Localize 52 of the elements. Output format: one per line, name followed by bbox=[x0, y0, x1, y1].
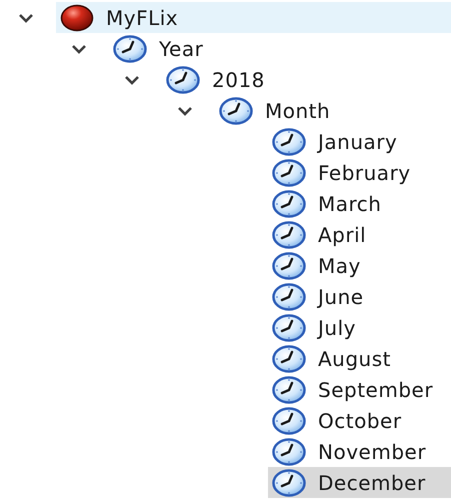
clock-icon bbox=[272, 468, 306, 496]
item-label: February bbox=[318, 160, 411, 186]
item-label: March bbox=[318, 190, 382, 218]
chevron-icon[interactable] bbox=[124, 74, 140, 84]
item-label: June bbox=[318, 284, 364, 310]
tree-item[interactable]: May bbox=[268, 250, 451, 281]
clock-icon bbox=[272, 344, 306, 372]
tree-item[interactable]: Month bbox=[215, 95, 451, 126]
clock-icon bbox=[272, 252, 306, 280]
item-label: December bbox=[318, 470, 426, 496]
tree-item[interactable]: January bbox=[268, 126, 451, 157]
sphere-icon bbox=[60, 4, 94, 32]
clock-icon bbox=[272, 128, 306, 156]
item-label: January bbox=[318, 128, 398, 156]
item-label: Year bbox=[159, 36, 204, 62]
tree-item[interactable]: December bbox=[268, 467, 451, 498]
tree-item[interactable]: February bbox=[268, 157, 451, 188]
item-label: September bbox=[318, 376, 434, 404]
clock-icon bbox=[272, 282, 306, 310]
clock-icon bbox=[272, 158, 306, 186]
clock-icon bbox=[272, 314, 306, 342]
chevron-icon[interactable] bbox=[177, 106, 193, 116]
chevron-icon[interactable] bbox=[71, 44, 87, 54]
item-label: November bbox=[318, 438, 426, 466]
chevron-icon[interactable] bbox=[18, 12, 34, 22]
item-label: August bbox=[318, 346, 391, 372]
clock-icon bbox=[166, 66, 200, 94]
item-label: MyFLix bbox=[106, 4, 178, 32]
tree-item[interactable]: November bbox=[268, 436, 451, 467]
tree-item[interactable]: March bbox=[268, 188, 451, 219]
tree-item[interactable]: September bbox=[268, 374, 451, 405]
clock-icon bbox=[272, 406, 306, 434]
tree-item[interactable]: July bbox=[268, 312, 451, 343]
clock-icon bbox=[113, 34, 147, 62]
tree-item[interactable]: MyFLix bbox=[56, 2, 451, 33]
item-label: Month bbox=[265, 98, 330, 124]
item-label: July bbox=[318, 314, 356, 342]
tree-item[interactable]: 2018 bbox=[162, 64, 451, 95]
clock-icon bbox=[272, 190, 306, 218]
tree-item[interactable]: October bbox=[268, 405, 451, 436]
clock-icon bbox=[272, 376, 306, 404]
item-label: 2018 bbox=[212, 66, 265, 94]
clock-icon bbox=[219, 96, 253, 124]
item-label: April bbox=[318, 222, 366, 248]
item-label: October bbox=[318, 408, 402, 434]
tree-item[interactable]: June bbox=[268, 281, 451, 312]
tree-item[interactable]: April bbox=[268, 219, 451, 250]
tree-item[interactable]: August bbox=[268, 343, 451, 374]
clock-icon bbox=[272, 220, 306, 248]
clock-icon bbox=[272, 438, 306, 466]
tree-item[interactable]: Year bbox=[109, 33, 451, 64]
item-label: May bbox=[318, 252, 361, 280]
